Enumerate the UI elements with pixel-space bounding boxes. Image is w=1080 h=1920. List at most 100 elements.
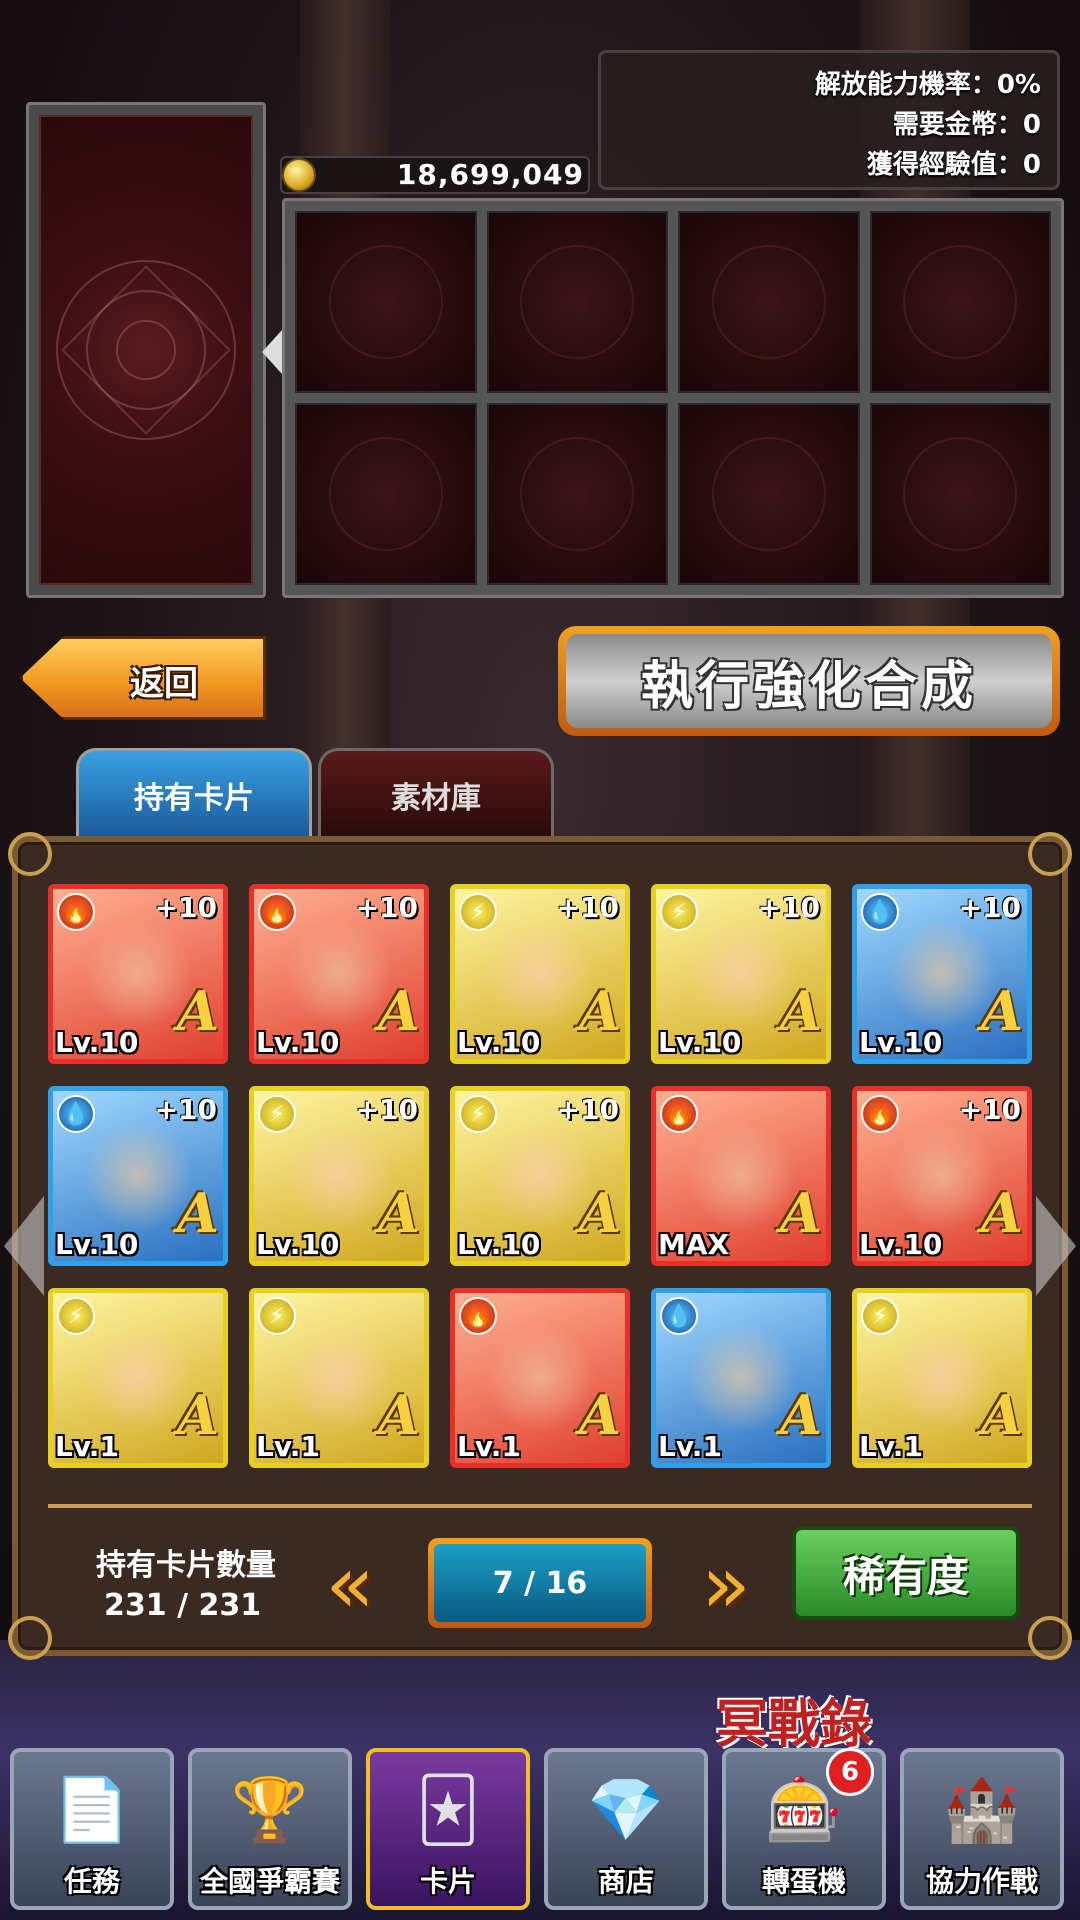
tab-owned-cards[interactable]: 持有卡片 <box>76 748 312 838</box>
card[interactable]: ⚡ +10 A Lv.10 <box>249 1086 429 1266</box>
card-level: Lv.1 <box>457 1430 521 1463</box>
coins-needed: 需要金幣：0 <box>892 110 1041 140</box>
water-icon: 💧 <box>57 1095 95 1133</box>
fire-icon: 🔥 <box>459 1297 497 1335</box>
bottom-nav: 📄 任務 🏆 全國爭霸賽 🃏 卡片 💎 商店 🎰 轉蛋機 🏰 協力作戰 <box>10 1748 1070 1910</box>
fire-icon: 🔥 <box>57 893 95 931</box>
card-count-label: 持有卡片數量 <box>96 1548 276 1583</box>
page-number: 7 / 16 <box>434 1544 646 1622</box>
thunder-icon: ⚡ <box>258 1095 296 1133</box>
card[interactable]: 🔥 +10 A Lv.10 <box>48 884 228 1064</box>
card[interactable]: ⚡ A Lv.1 <box>48 1288 228 1468</box>
card-plus: +10 <box>556 891 619 924</box>
nav-item[interactable]: 💎 商店 <box>544 1748 708 1910</box>
back-label: 返回 <box>130 664 198 704</box>
last-page-button[interactable]: » <box>676 1534 776 1634</box>
card[interactable]: 💧 +10 A Lv.10 <box>852 884 1032 1064</box>
nav-item[interactable]: 🃏 卡片 <box>366 1748 530 1910</box>
gacha-badge: 6 <box>826 1748 874 1796</box>
game-logo: 冥戰錄 <box>716 1694 873 1755</box>
card[interactable]: 💧 +10 A Lv.10 <box>48 1086 228 1266</box>
card-rank: A <box>378 979 420 1043</box>
card-level: Lv.10 <box>658 1026 742 1059</box>
card[interactable]: ⚡ +10 A Lv.10 <box>651 884 831 1064</box>
card-count-value: 231 / 231 <box>104 1588 262 1623</box>
nav-label: 卡片 <box>419 1865 476 1898</box>
material-slot[interactable] <box>295 403 477 585</box>
fire-icon: 🔥 <box>258 893 296 931</box>
double-right-icon: » <box>701 1537 751 1631</box>
thunder-icon: ⚡ <box>258 1297 296 1335</box>
card[interactable]: ⚡ A Lv.1 <box>249 1288 429 1468</box>
card[interactable]: 🔥 A MAX <box>651 1086 831 1266</box>
material-slot[interactable] <box>869 211 1051 393</box>
execute-label: 執行強化合成 <box>566 634 1052 728</box>
card-level: Lv.10 <box>55 1026 139 1059</box>
first-page-button[interactable]: « <box>300 1534 400 1634</box>
card-plus: +10 <box>958 1093 1021 1126</box>
rarity-sort-button[interactable]: 稀有度 <box>792 1526 1020 1620</box>
double-left-icon: « <box>325 1537 375 1631</box>
material-slot[interactable] <box>678 403 860 585</box>
exp-gained: 獲得經驗值：0 <box>866 150 1041 180</box>
arrow-left-icon <box>262 330 282 374</box>
card[interactable]: 🔥 A Lv.1 <box>450 1288 630 1468</box>
material-slot[interactable] <box>486 403 668 585</box>
prev-arrow-icon[interactable] <box>4 1196 44 1296</box>
nav-item[interactable]: 📄 任務 <box>10 1748 174 1910</box>
coin-icon <box>282 158 316 192</box>
nav-item[interactable]: 🏆 全國爭霸賽 <box>188 1748 352 1910</box>
execute-fusion-button[interactable]: 執行強化合成 <box>558 626 1060 736</box>
card-level: Lv.1 <box>55 1430 119 1463</box>
card-plus: +10 <box>556 1093 619 1126</box>
card-rank: A <box>780 1181 822 1245</box>
base-card-slot[interactable] <box>26 102 266 598</box>
card-plus: +10 <box>958 891 1021 924</box>
card-rank: A <box>177 1383 219 1447</box>
card-rank: A <box>177 1181 219 1245</box>
trophy-icon: 🏆 <box>231 1773 309 1846</box>
back-button[interactable]: 返回 <box>20 636 266 720</box>
thunder-icon: ⚡ <box>861 1297 899 1335</box>
next-arrow-icon[interactable] <box>1036 1196 1076 1296</box>
card-plus: +10 <box>154 891 217 924</box>
card-rank: A <box>981 979 1023 1043</box>
material-slot[interactable] <box>486 211 668 393</box>
card-rank: A <box>981 1383 1023 1447</box>
ornament-corner <box>1028 832 1072 876</box>
cards-icon: 🃏 <box>416 1773 480 1846</box>
ornament-corner <box>8 832 52 876</box>
water-icon: 💧 <box>861 893 899 931</box>
card[interactable]: 🔥 +10 A Lv.10 <box>249 884 429 1064</box>
document-icon: 📄 <box>53 1773 131 1846</box>
card[interactable]: ⚡ +10 A Lv.10 <box>450 1086 630 1266</box>
card-rank: A <box>981 1181 1023 1245</box>
nav-item[interactable]: 🏰 協力作戰 <box>900 1748 1064 1910</box>
card-rank: A <box>579 1383 621 1447</box>
page-indicator: 7 / 16 <box>428 1538 652 1628</box>
magic-circle <box>39 115 253 585</box>
tab-material-storage[interactable]: 素材庫 <box>318 748 554 838</box>
card[interactable]: ⚡ A Lv.1 <box>852 1288 1032 1468</box>
card[interactable]: ⚡ +10 A Lv.10 <box>450 884 630 1064</box>
material-slots <box>282 198 1064 598</box>
nav-label: 任務 <box>63 1865 120 1898</box>
nav-label: 轉蛋機 <box>761 1865 846 1898</box>
thunder-icon: ⚡ <box>459 893 497 931</box>
card[interactable]: 💧 A Lv.1 <box>651 1288 831 1468</box>
water-icon: 💧 <box>660 1297 698 1335</box>
material-slot[interactable] <box>295 211 477 393</box>
ornament-corner <box>8 1616 52 1660</box>
card-plus: +10 <box>355 891 418 924</box>
card-level: Lv.10 <box>55 1228 139 1261</box>
card-level: Lv.10 <box>859 1228 943 1261</box>
card-level: Lv.10 <box>256 1026 340 1059</box>
card[interactable]: 🔥 +10 A Lv.10 <box>852 1086 1032 1266</box>
material-slot[interactable] <box>678 211 860 393</box>
thunder-icon: ⚡ <box>660 893 698 931</box>
material-slot[interactable] <box>869 403 1051 585</box>
card-rank: A <box>780 979 822 1043</box>
card-rank: A <box>378 1181 420 1245</box>
card-level: MAX <box>658 1228 730 1261</box>
nav-label: 商店 <box>597 1865 654 1898</box>
